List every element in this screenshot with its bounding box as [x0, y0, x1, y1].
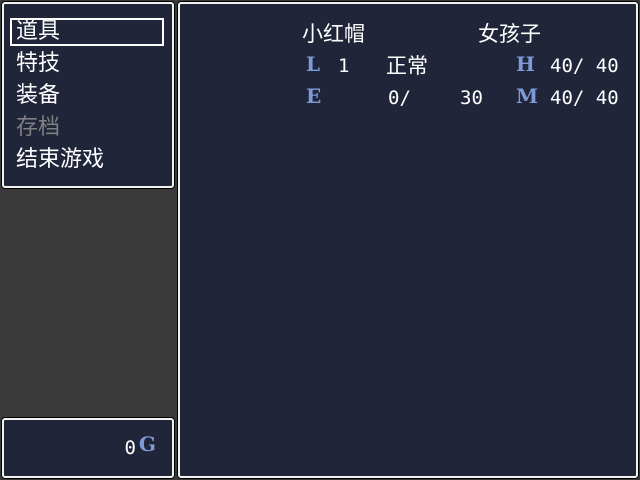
- gold-window: 0 G: [2, 418, 174, 478]
- menu-item-equipment[interactable]: 装备: [10, 82, 158, 110]
- actor-class: 女孩子: [478, 22, 541, 46]
- level-label: L: [306, 52, 321, 76]
- menu-item-end-game[interactable]: 结束游戏: [10, 146, 158, 174]
- actor-name: 小红帽: [302, 22, 365, 46]
- status-window: 小红帽 女孩子 L 1 正常 H 40/ 40 E 0/ 30 M 40/ 40: [178, 2, 638, 478]
- exp-label: E: [306, 84, 322, 108]
- actor-level: 1: [338, 55, 350, 77]
- hp-label: H: [516, 52, 535, 76]
- gold-unit: G: [138, 432, 156, 456]
- menu-item-skills[interactable]: 特技: [10, 50, 158, 78]
- actor-hp: 40/ 40: [550, 55, 619, 77]
- menu-item-save: 存档: [16, 115, 61, 140]
- mp-label: M: [516, 84, 539, 108]
- actor-exp-current: 0/: [388, 87, 411, 109]
- menu-item-items[interactable]: 道具: [10, 18, 164, 46]
- gold-amount: 0: [124, 437, 136, 459]
- actor-status-row[interactable]: 小红帽 女孩子 L 1 正常 H 40/ 40 E 0/ 30 M 40/ 40: [180, 4, 636, 114]
- actor-exp-next: 30: [460, 87, 483, 109]
- actor-state: 正常: [386, 54, 428, 78]
- actor-mp: 40/ 40: [550, 87, 619, 109]
- command-menu-window: 道具 特技 装备 存档 结束游戏: [2, 2, 174, 188]
